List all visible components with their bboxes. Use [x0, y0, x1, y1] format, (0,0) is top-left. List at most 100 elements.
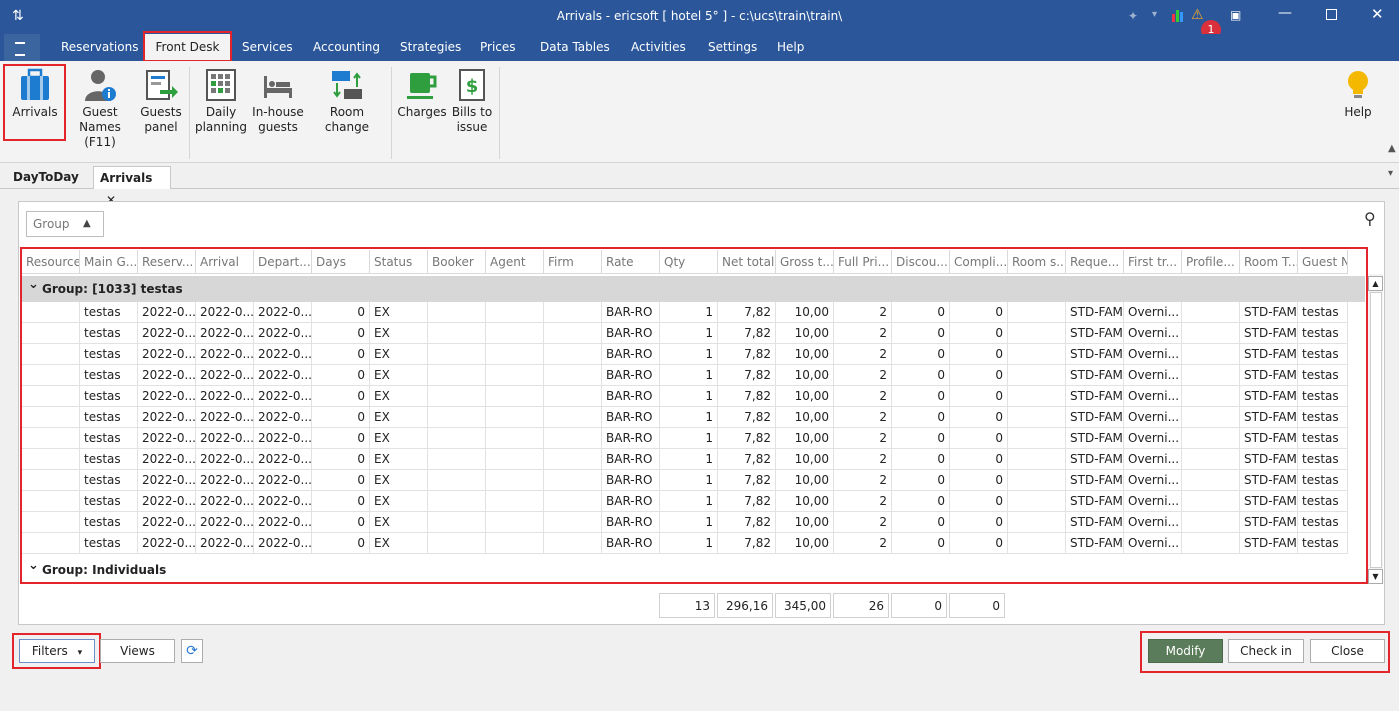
- scroll-up-button[interactable]: ▲: [1368, 276, 1383, 291]
- table-row[interactable]: testas 2022-0... 2022-0... 2022-0... 0 EX BAR-…: [22, 302, 1365, 323]
- column-header-agent[interactable]: Agent: [486, 250, 544, 274]
- column-header-requested[interactable]: Reque...: [1066, 250, 1124, 274]
- column-header-rate[interactable]: Rate: [602, 250, 660, 274]
- arrivals-button[interactable]: Arrivals: [6, 61, 64, 161]
- file-menu-button[interactable]: [4, 34, 40, 61]
- menu-front-desk[interactable]: Front Desk: [144, 34, 231, 61]
- cell-room-type: STD-FAM: [1240, 344, 1298, 365]
- refresh-icon[interactable]: ⟳: [181, 639, 203, 663]
- close-button[interactable]: Close: [1310, 639, 1385, 663]
- cell-discount: 0: [892, 491, 950, 512]
- table-row[interactable]: testas 2022-0... 2022-0... 2022-0... 0 EX BAR-…: [22, 449, 1365, 470]
- column-header-gross-total[interactable]: Gross t...: [776, 250, 834, 274]
- cell-agent: [486, 512, 544, 533]
- chevron-down-icon[interactable]: ▾: [1152, 9, 1157, 20]
- column-header-complimentary[interactable]: Compli...: [950, 250, 1008, 274]
- table-row[interactable]: testas 2022-0... 2022-0... 2022-0... 0 EX BAR-…: [22, 428, 1365, 449]
- tab-arrivals[interactable]: Arrivals ✕: [93, 166, 171, 207]
- cell-qty: 1: [660, 470, 718, 491]
- column-header-full-price[interactable]: Full Pri...: [834, 250, 892, 274]
- table-row[interactable]: testas 2022-0... 2022-0... 2022-0... 0 EX BAR-…: [22, 407, 1365, 428]
- column-header-qty[interactable]: Qty: [660, 250, 718, 274]
- table-row[interactable]: testas 2022-0... 2022-0... 2022-0... 0 EX BAR-…: [22, 533, 1365, 554]
- settings-icon[interactable]: ✦: [1128, 9, 1138, 23]
- group-row[interactable]: ⌄ Group: Individuals: [22, 557, 1365, 582]
- menu-reservations[interactable]: Reservations: [61, 34, 138, 61]
- cell-booker: [428, 344, 486, 365]
- warning-icon[interactable]: ⚠: [1191, 7, 1204, 23]
- table-row[interactable]: testas 2022-0... 2022-0... 2022-0... 0 EX BAR-…: [22, 365, 1365, 386]
- menu-settings[interactable]: Settings: [708, 34, 757, 61]
- restore-layout-icon[interactable]: ▣: [1230, 8, 1241, 22]
- menu-activities[interactable]: Activities: [631, 34, 686, 61]
- group-row[interactable]: ⌄ Group: [1033] testas: [22, 276, 1365, 302]
- column-header-profile[interactable]: Profile...: [1182, 250, 1240, 274]
- chevron-down-icon[interactable]: ⌄: [28, 272, 39, 298]
- menu-data-tables[interactable]: Data Tables: [540, 34, 610, 61]
- total-gross: 345,00: [775, 593, 831, 618]
- chevron-down-icon[interactable]: ⌄: [28, 553, 39, 579]
- charges-button[interactable]: Charges: [396, 61, 448, 161]
- cell-arrival: 2022-0...: [196, 428, 254, 449]
- table-row[interactable]: testas 2022-0... 2022-0... 2022-0... 0 EX BAR-…: [22, 344, 1365, 365]
- collapse-ribbon-icon[interactable]: ▲: [1388, 143, 1396, 154]
- table-row[interactable]: testas 2022-0... 2022-0... 2022-0... 0 EX BAR-…: [22, 323, 1365, 344]
- tab-list-icon[interactable]: ▾: [1388, 168, 1393, 179]
- cell-rate: BAR-RO: [602, 302, 660, 323]
- menu-prices[interactable]: Prices: [480, 34, 516, 61]
- column-header-main-guest[interactable]: Main G...: [80, 250, 138, 274]
- minimize-button[interactable]: —: [1278, 5, 1292, 21]
- scroll-thumb[interactable]: [1370, 292, 1382, 568]
- menu-strategies[interactable]: Strategies: [400, 34, 461, 61]
- column-header-first-treatment[interactable]: First tr...: [1124, 250, 1182, 274]
- menu-help[interactable]: Help: [777, 34, 804, 61]
- total-compli: 0: [949, 593, 1005, 618]
- column-header-booker[interactable]: Booker: [428, 250, 486, 274]
- column-header-net-total[interactable]: Net total: [718, 250, 776, 274]
- modify-button[interactable]: Modify: [1148, 639, 1223, 663]
- cell-firm: [544, 428, 602, 449]
- column-header-firm[interactable]: Firm: [544, 250, 602, 274]
- vertical-scrollbar[interactable]: ▲ ▼: [1367, 274, 1383, 584]
- cell-arrival: 2022-0...: [196, 491, 254, 512]
- table-row[interactable]: testas 2022-0... 2022-0... 2022-0... 0 EX BAR-…: [22, 386, 1365, 407]
- bills-to-issue-button[interactable]: $ Bills to issue: [448, 61, 496, 161]
- guest-names-button[interactable]: Guest Names (F11): [64, 61, 136, 161]
- column-header-guest-name[interactable]: Guest Na...: [1298, 250, 1348, 274]
- search-icon[interactable]: ⚲: [1364, 209, 1376, 228]
- column-header-room-type[interactable]: Room T...: [1240, 250, 1298, 274]
- filters-button[interactable]: Filters ▾: [19, 639, 95, 663]
- menu-accounting[interactable]: Accounting: [313, 34, 380, 61]
- column-header-departure[interactable]: Depart...: [254, 250, 312, 274]
- menu-services[interactable]: Services: [242, 34, 293, 61]
- column-header-resource[interactable]: Resource: [22, 250, 80, 274]
- chart-icon[interactable]: [1172, 8, 1184, 22]
- help-button[interactable]: Help: [1336, 61, 1380, 161]
- guests-panel-button[interactable]: Guests panel: [136, 61, 186, 161]
- cell-qty: 1: [660, 302, 718, 323]
- daily-planning-button[interactable]: Daily planning: [194, 61, 248, 161]
- table-row[interactable]: testas 2022-0... 2022-0... 2022-0... 0 EX BAR-…: [22, 512, 1365, 533]
- column-header-room-status[interactable]: Room s...: [1008, 250, 1066, 274]
- cell-discount: 0: [892, 323, 950, 344]
- column-header-days[interactable]: Days: [312, 250, 370, 274]
- close-window-button[interactable]: ✕: [1371, 5, 1384, 23]
- inhouse-guests-button[interactable]: In-house guests: [251, 61, 305, 161]
- cell-resource: [22, 470, 80, 491]
- group-by-box[interactable]: Group ▲: [26, 211, 104, 237]
- column-header-status[interactable]: Status: [370, 250, 428, 274]
- room-change-button[interactable]: Room change: [306, 61, 388, 161]
- cell-resource: [22, 302, 80, 323]
- table-row[interactable]: testas 2022-0... 2022-0... 2022-0... 0 EX BAR-…: [22, 470, 1365, 491]
- column-header-arrival[interactable]: Arrival: [196, 250, 254, 274]
- views-button[interactable]: Views: [100, 639, 175, 663]
- cell-booker: [428, 449, 486, 470]
- scroll-down-button[interactable]: ▼: [1368, 569, 1383, 584]
- maximize-button[interactable]: [1326, 9, 1337, 20]
- column-header-discount[interactable]: Discou...: [892, 250, 950, 274]
- table-row[interactable]: testas 2022-0... 2022-0... 2022-0... 0 EX BAR-…: [22, 491, 1365, 512]
- tab-daytoday[interactable]: DayToDay: [7, 166, 85, 188]
- check-in-button[interactable]: Check in: [1228, 639, 1304, 663]
- column-header-reservation[interactable]: Reserv...: [138, 250, 196, 274]
- cell-reservation: 2022-0...: [138, 365, 196, 386]
